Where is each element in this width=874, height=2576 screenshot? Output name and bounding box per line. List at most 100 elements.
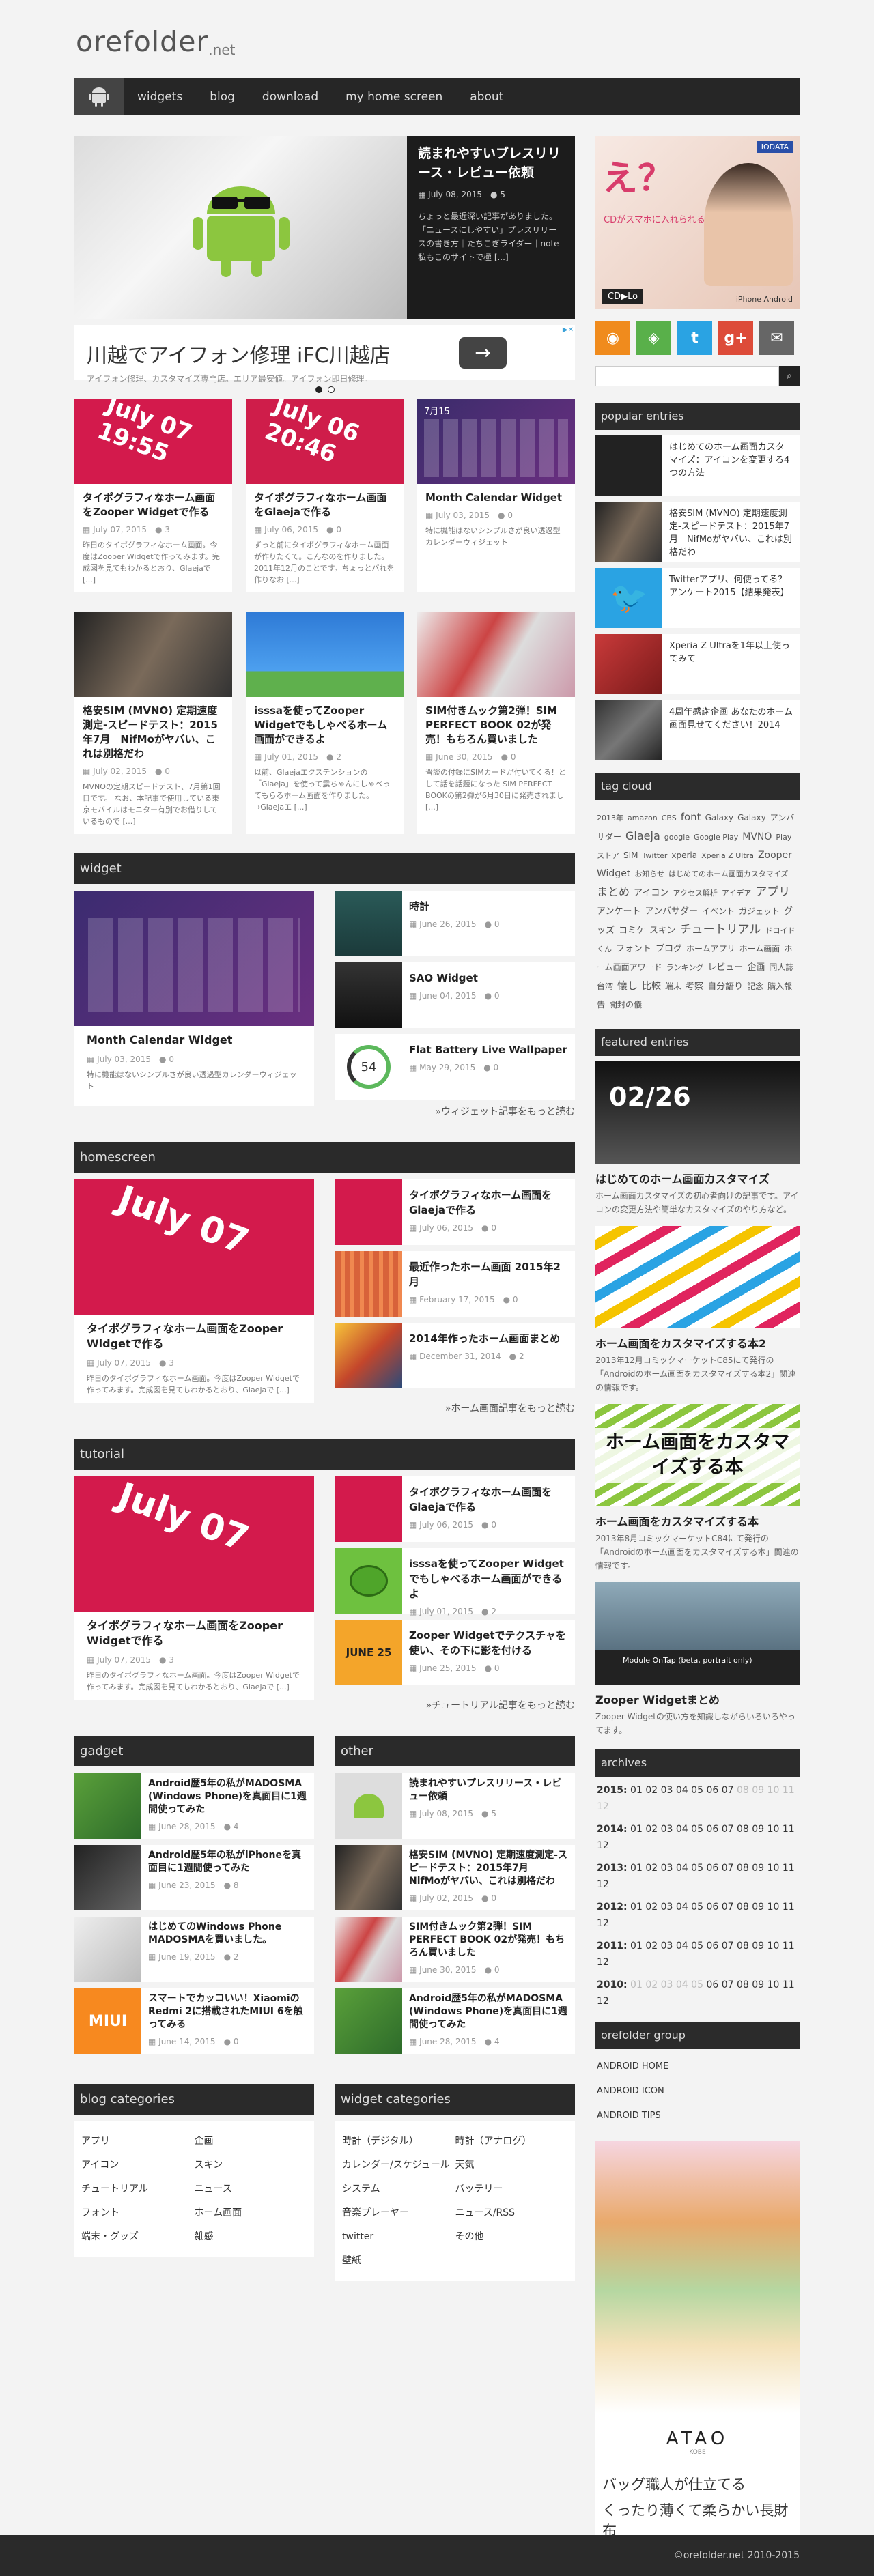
tag-link[interactable]: MVNO xyxy=(742,831,772,842)
archive-month[interactable]: 11 xyxy=(783,1902,795,1913)
list-item[interactable]: Xperia Z Ultraを1年以上使ってみて xyxy=(595,634,800,694)
archive-month[interactable]: 05 xyxy=(691,1824,703,1835)
post-comments[interactable]: 2 xyxy=(491,1607,496,1616)
tag-link[interactable]: フォント xyxy=(616,944,651,954)
archive-month[interactable]: 03 xyxy=(661,1979,673,1990)
tag-link[interactable]: 同人誌 xyxy=(769,962,793,972)
group-link-android-tips[interactable]: ANDROID TIPS xyxy=(595,2104,800,2128)
archive-month[interactable]: 06 xyxy=(706,1785,718,1796)
archive-month[interactable]: 06 xyxy=(706,1902,718,1913)
nav-download[interactable]: download xyxy=(249,90,332,104)
post-title[interactable]: はじめてのWindows Phone MADOSMAを買いました。 xyxy=(148,1921,307,1947)
featured-title[interactable]: ホーム画面をカスタマイズする本2 xyxy=(595,1334,800,1351)
post-comments[interactable]: 0 xyxy=(491,1893,496,1903)
list-item[interactable]: SIM付きムック第2弾！SIM PERFECT BOOK 02が発売！もちろん買… xyxy=(335,1917,575,1982)
archive-month[interactable]: 10 xyxy=(767,1824,780,1835)
list-item[interactable]: 時計 ▦ June 26, 2015 ● 0 xyxy=(335,891,575,956)
google-plus-icon[interactable]: g+ xyxy=(718,321,753,355)
big-post[interactable]: July 07 タイポグラフィなホーム画面をZooper Widgetで作る ▦ … xyxy=(74,1476,314,1700)
archive-month[interactable]: 11 xyxy=(783,1941,795,1951)
tag-link[interactable]: Twitter xyxy=(643,851,668,860)
archive-month[interactable]: 04 xyxy=(676,1941,688,1951)
category-link[interactable]: アイコン xyxy=(81,2153,195,2177)
featured-item[interactable]: ホーム画面をカスタマイズする本2 2013年12月コミックマーケットC85にて発行… xyxy=(595,1226,800,1394)
archive-month[interactable]: 05 xyxy=(691,1863,703,1874)
archive-month[interactable]: 07 xyxy=(722,1824,734,1835)
post-comments[interactable]: 2 xyxy=(234,1952,239,1962)
category-link[interactable]: ニュース xyxy=(195,2177,308,2201)
post-title[interactable]: Month Calendar Widget xyxy=(425,491,567,505)
category-link[interactable]: 雑感 xyxy=(195,2225,308,2249)
archive-month[interactable]: 03 xyxy=(661,1785,673,1796)
nav-home-android-icon[interactable] xyxy=(74,78,124,115)
tag-link[interactable]: SIM xyxy=(623,850,638,860)
tag-link[interactable]: Galaxy xyxy=(705,813,734,822)
post-title[interactable]: 最近作ったホーム画面 2015年2月 xyxy=(409,1259,568,1289)
archive-month[interactable]: 07 xyxy=(722,1902,734,1913)
post-card[interactable]: 格安SIM (MVNO) 定期速度測定-スピードテスト：2015年7月 NifM… xyxy=(74,612,232,834)
category-link[interactable]: 音楽プレーヤー xyxy=(342,2201,455,2225)
archive-month[interactable]: 06 xyxy=(706,1941,718,1951)
archive-month[interactable]: 07 xyxy=(722,1979,734,1990)
archive-month[interactable]: 03 xyxy=(661,1824,673,1835)
archive-month[interactable]: 10 xyxy=(767,1941,780,1951)
list-item[interactable]: 🐦 Twitterアプリ、何使ってる？アンケート2015【結果発表】 xyxy=(595,568,800,628)
tag-link[interactable]: ランキング xyxy=(666,963,704,972)
tag-link[interactable]: アクセス解析 xyxy=(673,889,717,898)
archive-month[interactable]: 12 xyxy=(597,1801,609,1812)
category-link[interactable]: 時計（デジタル） xyxy=(342,2130,455,2153)
category-link[interactable]: ホーム画面 xyxy=(195,2201,308,2225)
post-comments[interactable]: 2 xyxy=(336,752,341,762)
post-title[interactable]: isssaを使ってZooper Widgetでもしゃべるホーム画面ができるよ xyxy=(409,1556,568,1601)
tag-link[interactable]: アンバサダー xyxy=(645,906,697,917)
slider-dot-2[interactable] xyxy=(327,386,335,393)
archive-month[interactable]: 10 xyxy=(767,1785,780,1796)
post-title[interactable]: タイポグラフィなホーム画面をZooper Widgetで作る xyxy=(87,1618,302,1648)
nav-blog[interactable]: blog xyxy=(196,90,249,104)
tag-link[interactable]: 企画 xyxy=(747,962,765,973)
category-link[interactable]: twitter xyxy=(342,2225,455,2249)
archive-month[interactable]: 09 xyxy=(752,1785,764,1796)
post-comments[interactable]: 0 xyxy=(491,1520,496,1530)
tag-link[interactable]: Google Play xyxy=(694,833,738,842)
post-comments[interactable]: 0 xyxy=(494,1965,500,1975)
archive-month[interactable]: 04 xyxy=(676,1824,688,1835)
search-icon[interactable]: ⌕ xyxy=(779,366,800,386)
site-logo[interactable]: orefolder .net xyxy=(74,0,800,78)
list-item[interactable]: JUNE 25 Zooper Widgetでテクスチャを使い、その下に影を付ける ▦… xyxy=(335,1620,575,1685)
tag-link[interactable]: 端末 xyxy=(665,982,681,991)
list-item[interactable]: Android歴5年の私がiPhoneを真面目に1週間使ってみた ▦ June 2… xyxy=(74,1845,314,1910)
tag-link[interactable]: レビュー xyxy=(707,962,743,973)
archive-month[interactable]: 02 xyxy=(645,1902,658,1913)
category-link[interactable]: 時計（アナログ） xyxy=(455,2130,569,2153)
twitter-icon[interactable]: t xyxy=(677,321,712,355)
feedly-icon[interactable]: ◈ xyxy=(636,321,671,355)
archive-month[interactable]: 01 xyxy=(630,1863,643,1874)
tag-link[interactable]: アイコン xyxy=(634,888,668,898)
archive-month[interactable]: 09 xyxy=(752,1824,764,1835)
category-link[interactable]: 壁紙 xyxy=(342,2249,455,2273)
post-title[interactable]: 格安SIM (MVNO) 定期速度測定-スピードテスト：2015年7月 NifM… xyxy=(409,1849,568,1888)
archive-month[interactable]: 07 xyxy=(722,1863,734,1874)
archive-month[interactable]: 12 xyxy=(597,1918,609,1929)
archive-month[interactable]: 02 xyxy=(645,1824,658,1835)
post-card[interactable]: SIM付きムック第2弾！SIM PERFECT BOOK 02が発売！もちろん買… xyxy=(417,612,575,834)
tag-link[interactable]: font xyxy=(681,811,701,823)
post-comments[interactable]: 0 xyxy=(234,2037,239,2046)
popular-title[interactable]: 4周年感謝企画 あなたのホーム画面見せてください！2014 xyxy=(662,700,800,760)
post-title[interactable]: Flat Battery Live Wallpaper xyxy=(409,1042,567,1057)
post-title[interactable]: 格安SIM (MVNO) 定期速度測定-スピードテスト：2015年7月 NifM… xyxy=(83,704,224,761)
post-title[interactable]: 2014年作ったホーム画面まとめ xyxy=(409,1331,560,1346)
post-comments[interactable]: 0 xyxy=(494,991,500,1001)
archive-month[interactable]: 09 xyxy=(752,1941,764,1951)
list-item[interactable]: isssaを使ってZooper Widgetでもしゃべるホーム画面ができるよ ▦ … xyxy=(335,1548,575,1616)
list-item[interactable]: タイポグラフィなホーム画面をGlaejaで作る ▦ July 06, 2015 ●… xyxy=(335,1179,575,1245)
post-title[interactable]: タイポグラフィなホーム画面をGlaejaで作る xyxy=(409,1188,568,1218)
archive-month[interactable]: 11 xyxy=(783,1785,795,1796)
category-link[interactable]: システム xyxy=(342,2177,455,2201)
post-title[interactable]: 時計 xyxy=(409,899,500,914)
tag-link[interactable]: 2013年 xyxy=(597,814,623,822)
list-item[interactable]: 4周年感謝企画 あなたのホーム画面見せてください！2014 xyxy=(595,700,800,760)
tag-link[interactable]: チュートリアル xyxy=(680,923,761,936)
tag-link[interactable]: アプリ xyxy=(755,885,790,899)
